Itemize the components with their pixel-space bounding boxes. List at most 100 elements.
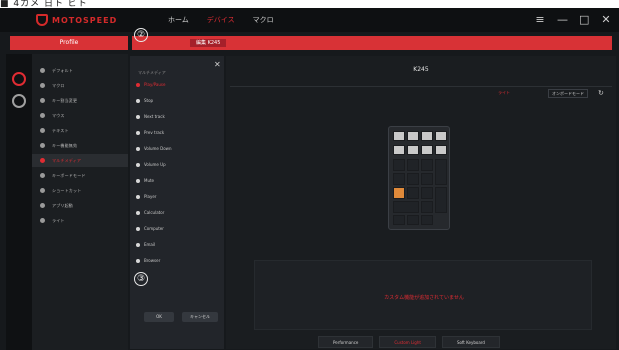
keypad-key[interactable] (393, 145, 405, 155)
option-computer[interactable]: Computer (136, 226, 164, 231)
custom-function-box: カスタム機能が追加されていません (254, 260, 592, 330)
sidebar-item-key-remap[interactable]: キー割当変更 (32, 94, 128, 107)
option-next-track[interactable]: Next track (136, 114, 165, 119)
keypad-key[interactable] (421, 159, 433, 171)
nav-macro[interactable]: マクロ (253, 13, 274, 27)
keypad-key[interactable] (421, 131, 433, 141)
radio-icon (136, 258, 140, 263)
nav-device[interactable]: デバイス (207, 13, 235, 27)
radio-icon (136, 98, 140, 103)
option-stop[interactable]: Stop (136, 98, 153, 103)
mouse-device-icon[interactable] (12, 94, 26, 108)
radio-icon (136, 114, 140, 119)
panel-title: マルチメディア (138, 70, 166, 75)
keypad-key[interactable] (407, 131, 419, 141)
option-play-pause[interactable]: Play/Pause (136, 82, 165, 87)
brand-logo: MOTOSPEED (36, 12, 134, 28)
option-player[interactable]: Player (136, 194, 156, 199)
tab-row: Profile 編集 K245 (6, 36, 614, 50)
option-email[interactable]: Email (136, 242, 155, 247)
nav-home[interactable]: ホーム (168, 13, 189, 27)
callout-two: ② (134, 28, 148, 42)
sidebar-item-label: ショートカット (52, 187, 82, 193)
keypad-key[interactable] (393, 159, 405, 171)
keypad-key[interactable] (421, 201, 433, 213)
empty-message: カスタム機能が追加されていません (384, 295, 464, 301)
ok-button[interactable]: OK (144, 312, 174, 322)
main-content: K245 ライト オンボードモード ↻ カスタム機能が追加されていません Per… (226, 56, 616, 349)
sidebar-item-keyboard-mode[interactable]: キーボードモード (32, 169, 128, 182)
keypad-key[interactable] (421, 173, 433, 185)
sidebar-item-light[interactable]: ライト (32, 214, 128, 227)
app-launch-icon (40, 203, 45, 208)
divider (230, 86, 612, 87)
keypad-key[interactable] (435, 145, 447, 155)
keypad-key[interactable] (435, 131, 447, 141)
macro-icon (40, 83, 45, 88)
close-icon[interactable]: ✕ (214, 60, 221, 69)
minimize-icon[interactable]: — (557, 14, 568, 25)
option-label: Volume Down (144, 146, 172, 151)
option-prev-track[interactable]: Prev track (136, 130, 164, 135)
tab-edit[interactable]: 編集 K245 (132, 36, 612, 50)
device-name: K245 (413, 66, 429, 73)
sidebar-item-app-launch[interactable]: アプリ起動 (32, 199, 128, 212)
option-label: Email (144, 242, 156, 247)
sidebar-item-disable-key[interactable]: キー機能無効 (32, 139, 128, 152)
keypad-key[interactable] (435, 159, 447, 185)
cancel-button[interactable]: キャンセル (182, 312, 218, 322)
keypad-key[interactable] (407, 187, 419, 199)
option-volume-up[interactable]: Volume Up (136, 162, 166, 167)
sidebar-item-label: キー割当変更 (52, 97, 78, 103)
keypad-key[interactable] (435, 187, 447, 213)
sidebar-item-multimedia[interactable]: マルチメディア (32, 154, 128, 167)
sidebar-item-label: テキスト (52, 127, 69, 133)
keypad-key[interactable] (407, 145, 419, 155)
keypad-key[interactable] (407, 215, 419, 225)
menu-icon[interactable]: ≡ (535, 14, 545, 25)
radio-icon (136, 226, 140, 231)
sidebar-item-default[interactable]: デフォルト (32, 64, 128, 77)
window-controls: ≡ — □ ✕ (535, 14, 611, 25)
reset-icon[interactable]: ↻ (598, 89, 604, 98)
tab-performance[interactable]: Performance (318, 336, 374, 348)
keypad-key-selected[interactable] (393, 187, 405, 199)
option-volume-down[interactable]: Volume Down (136, 146, 171, 151)
page-heading-strip: ■ 4カメ 日ト ビト (0, 0, 619, 9)
keypad-key[interactable] (421, 187, 433, 199)
radio-icon (136, 210, 140, 215)
keypad-key[interactable] (407, 173, 419, 185)
sidebar-item-label: キーボードモード (52, 172, 86, 178)
sidebar-item-text[interactable]: テキスト (32, 124, 128, 137)
onboard-mode-select[interactable]: オンボードモード (548, 89, 588, 98)
keypad-key[interactable] (407, 159, 419, 171)
option-label: Prev track (144, 130, 165, 135)
keypad-key[interactable] (393, 173, 405, 185)
keyboard-device-icon[interactable] (12, 72, 26, 86)
sidebar-item-label: キー機能無効 (52, 142, 78, 148)
disable-icon (40, 143, 45, 148)
sidebar-item-label: アプリ起動 (52, 202, 73, 208)
sidebar-item-label: ライト (52, 217, 65, 223)
maximize-icon[interactable]: □ (579, 14, 589, 25)
option-label: Calculator (144, 210, 165, 215)
keypad-key[interactable] (393, 215, 405, 225)
sidebar-item-label: マルチメディア (52, 157, 82, 163)
radio-icon (136, 130, 140, 135)
tab-custom-light[interactable]: Custom Light (379, 336, 436, 348)
tab-soft-keyboard[interactable]: Soft Keyboard (441, 336, 500, 348)
light-mode-select[interactable]: ライト (498, 90, 510, 96)
keypad-key[interactable] (393, 201, 419, 213)
option-browser[interactable]: Browser (136, 258, 160, 263)
option-calculator[interactable]: Calculator (136, 210, 164, 215)
tab-profile[interactable]: Profile (10, 36, 128, 50)
option-mute[interactable]: Mute (136, 178, 154, 183)
sidebar-item-macro[interactable]: マクロ (32, 79, 128, 92)
sidebar-item-label: マウス (52, 112, 65, 118)
keypad-key[interactable] (421, 215, 433, 225)
keypad-key[interactable] (393, 131, 405, 141)
sidebar-item-shortcut[interactable]: ショートカット (32, 184, 128, 197)
close-icon[interactable]: ✕ (601, 14, 611, 25)
keypad-key[interactable] (421, 145, 433, 155)
sidebar-item-mouse[interactable]: マウス (32, 109, 128, 122)
